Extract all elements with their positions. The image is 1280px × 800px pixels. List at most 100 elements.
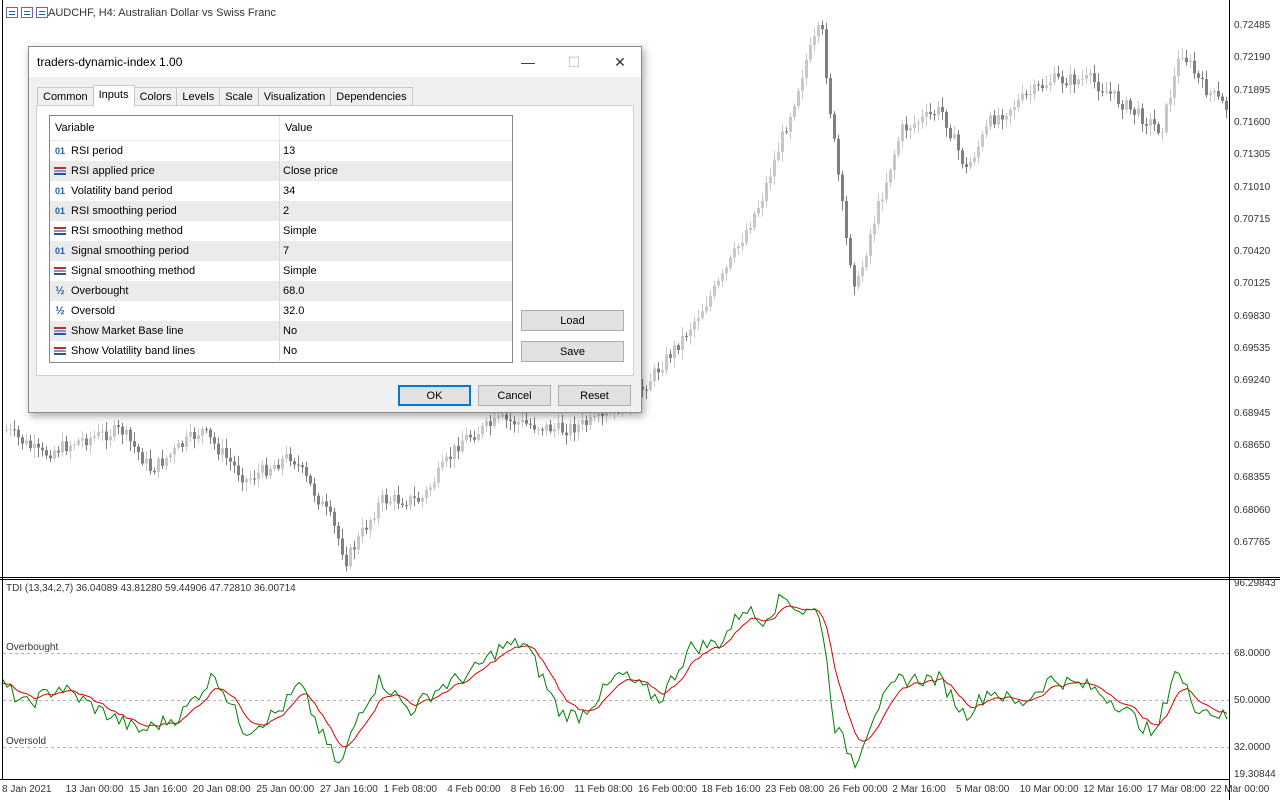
tab-levels[interactable]: Levels [176,87,221,107]
grid-cell-variable: RSI smoothing method [50,221,280,241]
reset-button[interactable]: Reset [558,385,631,406]
grid-row[interactable]: RSI smoothing method Simple [50,221,512,241]
chart-menu-icon[interactable] [6,7,18,18]
candle-body [773,159,776,177]
candle-body [469,434,472,438]
candle-body [765,182,768,202]
candle-body [1089,73,1092,75]
candle-body [601,413,604,416]
tab-common[interactable]: Common [37,87,94,107]
candle-body [61,441,64,453]
candle-body [501,414,504,417]
grid-row[interactable]: ½ Oversold 32.0 [50,301,512,321]
candle-body [709,296,712,307]
chart-list-icon[interactable] [21,7,33,18]
variable-value[interactable]: Simple [280,221,317,241]
grid-row[interactable]: Signal smoothing method Simple [50,261,512,281]
candle-body [101,431,104,433]
variable-value[interactable]: 68.0 [280,281,304,301]
minimize-button[interactable]: — [505,47,551,77]
grid-row[interactable]: Show Volatility band lines No [50,341,512,361]
chart-period-icon[interactable] [36,7,48,18]
candle-body [577,424,580,433]
candle-body [69,445,72,452]
cancel-button[interactable]: Cancel [478,385,551,406]
candle-body [897,140,900,155]
enum-icon [54,167,66,175]
grid-row[interactable]: RSI applied price Close price [50,161,512,181]
grid-row[interactable]: 01 RSI smoothing period 2 [50,201,512,221]
candle-body [329,506,332,512]
candle-body [553,428,556,432]
candle-body [657,368,660,373]
candle-body [905,124,908,131]
column-variable[interactable]: Variable [50,116,280,140]
grid-row[interactable]: 01 RSI period 13 [50,141,512,161]
variable-value[interactable]: Close price [280,161,338,181]
candle-body [1061,76,1064,84]
candle-body [1209,92,1212,96]
candle-body [77,440,80,445]
tdi-rsi-line [2,593,1228,769]
variable-value[interactable]: 32.0 [280,301,304,321]
dialog-titlebar[interactable]: traders-dynamic-index 1.00 — ☐ ✕ [29,47,641,77]
tab-visualization[interactable]: Visualization [257,87,332,107]
candle-body [173,447,176,455]
tab-colors[interactable]: Colors [133,87,178,107]
candle-body [1005,115,1008,120]
enum-icon [54,347,66,355]
grid-row[interactable]: 01 Signal smoothing period 7 [50,241,512,261]
tab-scale[interactable]: Scale [219,87,259,107]
tab-dependencies[interactable]: Dependencies [330,87,413,107]
candle-body [293,461,296,465]
candle-body [665,354,668,371]
variable-value[interactable]: 34 [280,181,295,201]
variable-name: RSI smoothing method [71,225,183,237]
grid-row[interactable]: ½ Overbought 68.0 [50,281,512,301]
load-button[interactable]: Load [521,310,624,331]
candle-body [1085,74,1088,79]
candle-body [989,115,992,127]
candle-body [281,458,284,469]
column-value[interactable]: Value [280,116,312,140]
candle-body [53,450,56,459]
candle-body [257,472,260,480]
candle-body [933,114,936,116]
candle-body [557,422,560,429]
candle-body [1121,104,1124,110]
time-tick-label: 17 Mar 08:00 [1146,784,1206,795]
indicator-tick-label: 50.0000 [1234,695,1271,706]
candle-body [725,267,728,274]
indicator-tick-label: 68.0000 [1234,648,1271,659]
maximize-button[interactable]: ☐ [551,47,597,77]
candle-body [569,423,572,436]
variable-value[interactable]: 2 [280,201,289,221]
tab-inputs[interactable]: Inputs [92,85,135,107]
variable-value[interactable]: 13 [280,141,295,161]
candle-body [1041,85,1044,89]
grid-row[interactable]: Show Market Base line No [50,321,512,341]
ok-button[interactable]: OK [398,385,471,406]
price-tick-label: 0.69830 [1234,310,1271,322]
candle-body [929,111,932,115]
candle-body [457,445,460,452]
candle-body [865,255,868,268]
candle-body [1133,109,1136,115]
variable-value[interactable]: No [280,341,297,361]
integer-icon: 01 [54,186,65,196]
grid-row[interactable]: 01 Volatility band period 34 [50,181,512,201]
inputs-grid[interactable]: Variable Value 01 RSI period 13 RSI applied… [49,115,513,363]
candle-body [545,424,548,431]
candle-body [1225,100,1228,110]
close-button[interactable]: ✕ [597,47,643,77]
time-tick-label: 10 Mar 00:00 [1019,784,1079,795]
candle-body [409,496,412,506]
candle-body [745,230,748,243]
variable-name: RSI smoothing period [71,205,177,217]
enum-icon [54,227,66,235]
variable-value[interactable]: No [280,321,297,341]
save-button[interactable]: Save [521,341,624,362]
candle-body [513,420,516,425]
variable-value[interactable]: 7 [280,241,289,261]
variable-value[interactable]: Simple [280,261,317,281]
